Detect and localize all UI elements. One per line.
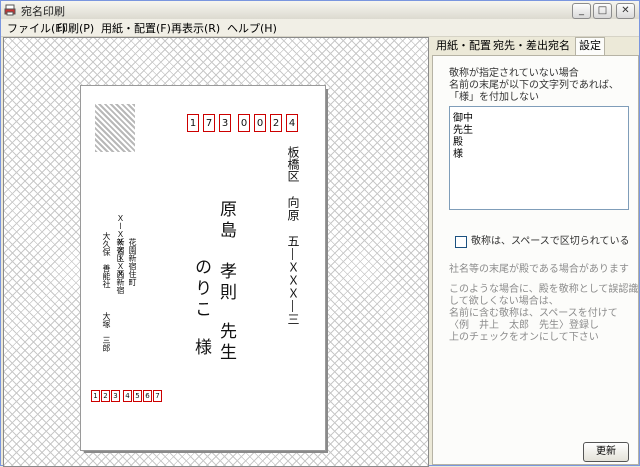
maximize-button[interactable]: □: [593, 3, 612, 19]
tab-paper-layout[interactable]: 用紙・配置: [436, 38, 491, 54]
address-line-1: 板橋区: [286, 146, 300, 182]
postcard: 1 7 3 0 0 2 4 板橋区 向原 五―ＸＸＸ―三 原島 孝則 先生 のり…: [80, 85, 326, 451]
zip-digit: 3: [219, 114, 231, 132]
zip-digit: 0: [238, 114, 250, 132]
zip-digit: 7: [203, 114, 215, 132]
sender-name: 大塚 三郎: [102, 312, 111, 352]
recipient-given-name-1: 孝則: [216, 262, 236, 304]
title-bar[interactable]: 宛名印刷 _ □ ✕: [1, 1, 639, 20]
tab-settings[interactable]: 設定: [575, 37, 605, 56]
instruction-line-2: 名前の末尾が以下の文字列であれば、: [449, 80, 619, 91]
settings-panel: 用紙・配置 宛先・差出 宛名 設定 敬称が指定されていない場合 名前の末尾が以下…: [429, 37, 639, 465]
note-line-1: 社名等の末尾が殿である場合があります: [449, 264, 629, 275]
update-button[interactable]: 更新: [583, 442, 629, 462]
space-separated-checkbox[interactable]: [455, 236, 467, 248]
recipient-family-name: 原島: [216, 200, 236, 242]
menu-bar: ファイル(F) 印刷(P) 用紙・配置(F) 再表示(R) ヘルプ(H): [1, 19, 639, 37]
address-line-2: 向原 五―ＸＸＸ―三: [286, 196, 300, 326]
close-button[interactable]: ✕: [616, 3, 635, 19]
sender-company: 大久保 善能社: [102, 232, 111, 288]
sender-zip-digit: 2: [101, 390, 110, 402]
menu-print[interactable]: 印刷(P): [57, 20, 94, 36]
menu-paper-layout[interactable]: 用紙・配置(F): [101, 20, 171, 36]
postcard-preview-area: 1 7 3 0 0 2 4 板橋区 向原 五―ＸＸＸ―三 原島 孝則 先生 のり…: [3, 37, 429, 467]
sender-zip-digit: 7: [153, 390, 162, 402]
zip-digit: 0: [254, 114, 266, 132]
sender-address-2: ＸーＸＸＸーＸＸ: [116, 214, 125, 278]
printer-app-icon: [4, 4, 16, 16]
note-line-6: 上のチェックをオンにして下さい: [449, 332, 599, 343]
sender-zip-digit: 3: [111, 390, 120, 402]
note-line-3: して欲しくない場合は、: [449, 296, 559, 307]
tab-address-sender[interactable]: 宛先・差出: [493, 38, 548, 54]
zip-digit: 2: [270, 114, 282, 132]
menu-help[interactable]: ヘルプ(H): [227, 20, 277, 36]
sender-zip-digit: 1: [91, 390, 100, 402]
window-title: 宛名印刷: [21, 5, 65, 18]
sender-zip-digit: 4: [123, 390, 132, 402]
menu-redisplay[interactable]: 再表示(R): [171, 20, 220, 36]
list-item[interactable]: 様: [453, 145, 463, 160]
sender-zip-digit: 6: [143, 390, 152, 402]
minimize-button[interactable]: _: [572, 3, 591, 19]
instruction-line-1: 敬称が指定されていない場合: [449, 68, 579, 79]
note-line-4: 名前に含む敬称は、スペースを付けて: [449, 308, 618, 319]
zip-digit: 4: [286, 114, 298, 132]
honorific-suffix-list[interactable]: 御中 先生 殿 様: [449, 106, 629, 210]
tab-recipient[interactable]: 宛名: [548, 38, 570, 54]
settings-tab-page: 敬称が指定されていない場合 名前の末尾が以下の文字列であれば、 「様」を付加しな…: [432, 55, 639, 465]
recipient-given-name-2: のりこ: [191, 258, 211, 321]
recipient-title-2: 様: [191, 338, 211, 355]
note-line-2: このような場合に、殿を敬称として誤認識: [449, 284, 639, 295]
recipient-title-1: 先生: [216, 322, 236, 364]
checkbox-label: 敬称は、スペースで区切られている: [471, 236, 630, 247]
sender-zip-digit: 5: [133, 390, 142, 402]
note-line-5: 〈例 井上 太郎 先生〉登録し: [449, 320, 599, 331]
stamp-placeholder: [95, 104, 135, 152]
app-window: 宛名印刷 _ □ ✕ ファイル(F) 印刷(P) 用紙・配置(F) 再表示(R)…: [0, 0, 640, 467]
instruction-line-3: 「様」を付加しない: [449, 92, 539, 103]
sender-building: 花園新宿住町: [128, 238, 137, 286]
zip-digit: 1: [187, 114, 199, 132]
